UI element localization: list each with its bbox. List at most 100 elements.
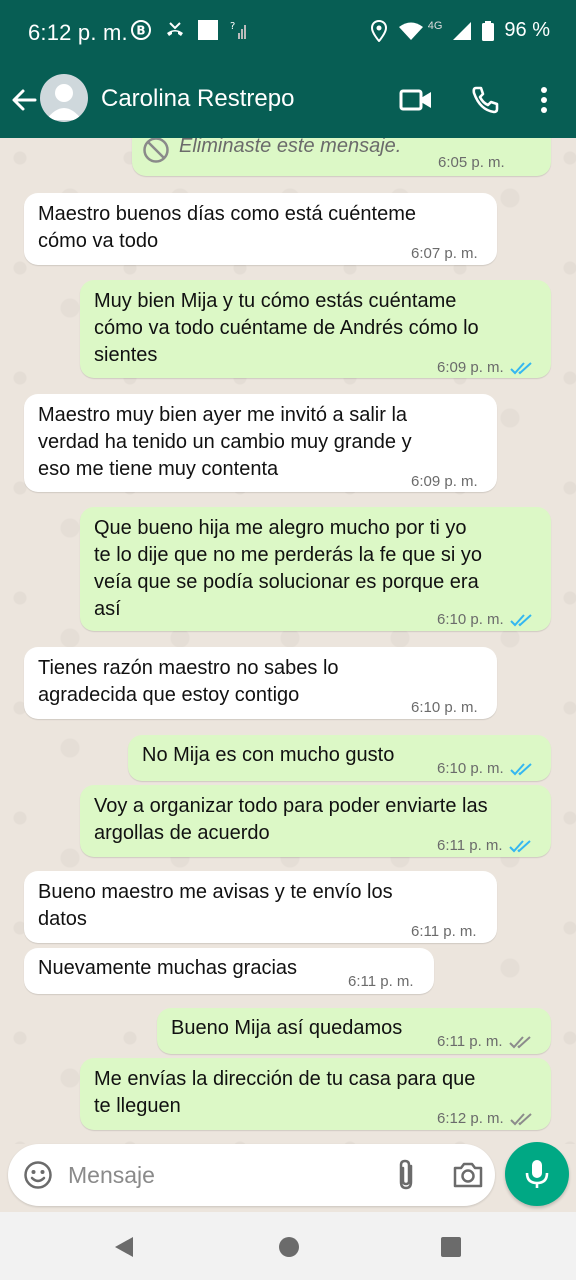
message-line: Bueno maestro me avisas y te envío los [38,881,393,903]
message-bubble-outgoing[interactable]: No Mija es con mucho gusto 6:10 p. m. [128,735,551,781]
message-bubble-incoming[interactable]: Maestro muy bien ayer me invitó a salir … [24,394,497,492]
delivered-ticks-icon [508,1035,531,1048]
message-line: sientes [94,344,158,366]
message-line: Me envías la dirección de tu casa para q… [94,1068,476,1090]
message-line: eso me tiene muy contenta [38,458,279,480]
svg-text:B: B [136,24,145,38]
read-ticks-icon [508,839,531,852]
message-line: veía que se podía solucionar es porque e… [94,571,479,593]
message-line: Maestro buenos días como está cuénteme [38,203,416,225]
no-signal-icon: ? [230,21,246,39]
message-bubble-incoming[interactable]: Bueno maestro me avisas y te envío los d… [24,871,497,943]
message-time: 6:05 p. m. [438,154,505,171]
message-bubble-outgoing[interactable]: Que bueno hija me alegro mucho por ti yo… [80,507,551,631]
message-time: 6:11 p. m. [411,923,477,940]
missed-call-icon [167,22,183,36]
message-text: Maestro muy bien ayer me invitó a salir … [38,402,412,483]
system-navigation-bar [0,1212,576,1280]
network-type: 4G [427,19,443,32]
message-bubble-outgoing[interactable]: Voy a organizar todo para poder enviarte… [80,785,551,857]
message-text: Me envías la dirección de tu casa para q… [94,1066,475,1120]
video-call-button[interactable] [398,82,434,118]
status-time: 6:12 p. m. [28,20,128,45]
nav-recents-button[interactable] [438,1234,464,1260]
message-line: te lo dije que no me perderás la fe que … [94,544,483,566]
message-time: 6:10 p. m. [437,611,504,628]
camera-icon [453,1162,483,1188]
voice-message-button[interactable] [505,1142,569,1206]
contact-avatar[interactable] [40,74,88,122]
read-ticks-icon [509,613,532,626]
nav-back-icon [115,1237,133,1257]
message-meta: 6:11 p. m. [437,832,533,859]
default-avatar-icon [46,84,82,120]
nav-home-button[interactable] [276,1234,302,1260]
message-line: te lleguen [94,1095,181,1117]
message-line: Voy a organizar todo para poder enviarte… [94,795,488,817]
cell-signal-icon [453,21,472,40]
message-line: Tienes razón maestro no sabes lo [38,657,339,679]
message-meta: 6:05 p. m. [438,149,505,176]
svg-text:?: ? [230,21,235,32]
back-arrow-icon [12,89,37,111]
message-bubble-deleted[interactable]: Eliminaste este mensaje. 6:05 p. m. [132,138,551,176]
message-input[interactable] [68,1158,368,1192]
generic-notification-icon [198,20,218,40]
delivered-ticks-icon [509,1112,532,1125]
emoji-icon [24,1161,52,1189]
read-ticks-icon [509,762,532,775]
message-text: Bueno maestro me avisas y te envío los d… [38,879,393,933]
message-bubble-incoming[interactable]: Maestro buenos días como está cuénteme c… [24,193,497,265]
message-text: Que bueno hija me alegro mucho por ti yo… [94,515,482,623]
contact-name[interactable]: Carolina Restrepo [101,85,294,113]
message-line: datos [38,908,87,930]
nav-home-icon [279,1237,299,1257]
nav-back-button[interactable] [111,1234,137,1260]
message-time: 6:10 p. m. [437,760,504,777]
message-meta: 6:11 p. m. [348,968,414,995]
wifi-icon [398,22,423,40]
message-text: Muy bien Mija y tu cómo estás cuéntame c… [94,288,479,369]
camera-button[interactable] [451,1159,485,1191]
message-text: Nuevamente muchas gracias [38,955,297,982]
location-icon [370,19,387,42]
message-line: verdad ha tenido un cambio muy grande y [38,431,412,453]
phone-call-icon [472,86,499,114]
message-text: Tienes razón maestro no sabes lo agradec… [38,655,339,709]
message-line: Bueno Mija así quedamos [171,1017,403,1039]
message-bubble-outgoing[interactable]: Me envías la dirección de tu casa para q… [80,1058,551,1130]
message-bubble-incoming[interactable]: Nuevamente muchas gracias 6:11 p. m. [24,948,434,994]
attach-icon [399,1159,413,1190]
back-button[interactable] [8,82,40,118]
chat-history[interactable]: Eliminaste este mensaje. 6:05 p. m. Maes… [0,138,576,1144]
message-line: Nuevamente muchas gracias [38,957,298,979]
nav-recents-icon [441,1237,461,1257]
message-time: 6:11 p. m. [437,837,503,854]
message-text: Voy a organizar todo para poder enviarte… [94,793,488,847]
microphone-icon [525,1160,549,1188]
message-bubble-outgoing[interactable]: Muy bien Mija y tu cómo estás cuéntame c… [80,280,551,378]
message-bubble-incoming[interactable]: Tienes razón maestro no sabes lo agradec… [24,647,497,719]
read-ticks-icon [509,361,532,374]
message-bubble-outgoing[interactable]: Bueno Mija así quedamos 6:11 p. m. [157,1008,551,1054]
message-line: cómo va todo cuéntame de Andrés cómo lo [94,317,479,339]
message-time: 6:09 p. m. [411,473,478,490]
message-line: agradecida que estoy contigo [38,684,300,706]
message-line: No Mija es con mucho gusto [142,744,395,766]
status-notification-icons: B ? [130,19,250,41]
video-call-icon [399,89,431,111]
message-meta: 6:10 p. m. [411,694,478,721]
message-line: argollas de acuerdo [94,822,270,844]
message-line: así [94,598,121,620]
voice-call-button[interactable] [467,82,503,118]
message-time: 6:09 p. m. [437,359,504,376]
message-time: 6:12 p. m. [437,1110,504,1127]
message-line: cómo va todo [38,230,159,252]
message-text: Eliminaste este mensaje. [179,138,402,157]
message-meta: 6:10 p. m. [437,755,534,782]
battery-level: 96 % [504,19,550,41]
attach-button[interactable] [392,1158,422,1192]
more-options-button[interactable] [526,82,562,118]
message-time: 6:11 p. m. [437,1033,503,1050]
emoji-button[interactable] [22,1159,54,1191]
